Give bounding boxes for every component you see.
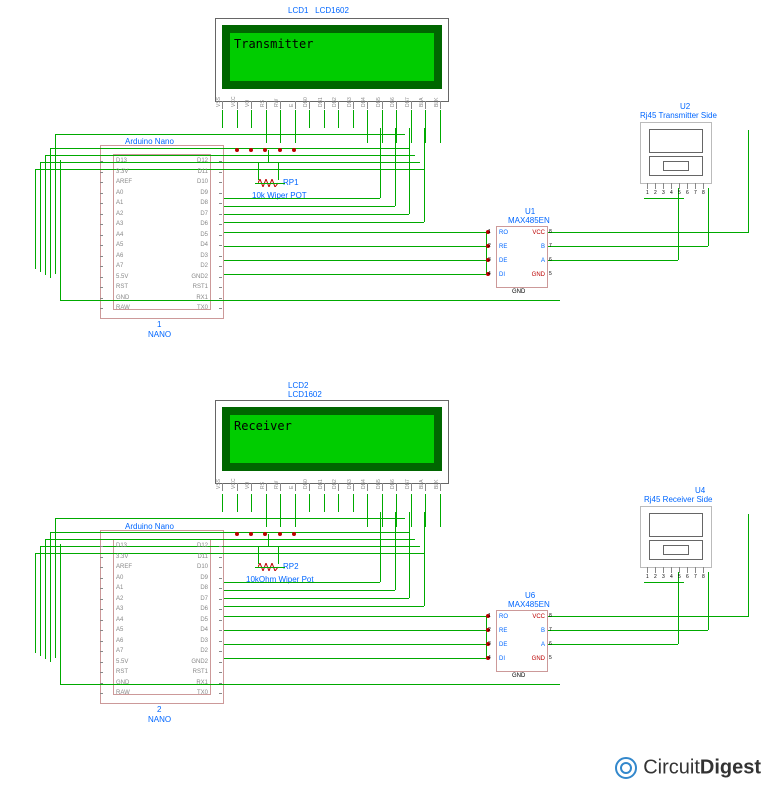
u1-part: MAX485EN xyxy=(508,216,550,225)
u6-part: MAX485EN xyxy=(508,600,550,609)
lcd1-screen: Transmitter xyxy=(222,25,442,89)
nano1-ref: 1 xyxy=(157,320,161,329)
lcd2-screen: Receiver xyxy=(222,407,442,471)
nano1-label: NANO xyxy=(148,330,171,339)
u1-gnd-label: GND xyxy=(512,289,525,295)
nano2-ref: 2 xyxy=(157,705,161,714)
u6-ref: U6 xyxy=(525,591,535,600)
lcd1-ref: LCD1 LCD1602 xyxy=(288,6,349,15)
max-u6: RO RE DE DI VCC B A GND xyxy=(496,610,548,672)
u6-gnd-label: GND xyxy=(512,673,525,679)
lcd2: Receiver xyxy=(215,400,449,484)
rp1-ref: RP1 xyxy=(283,178,299,187)
nano2-label: NANO xyxy=(148,715,171,724)
max-u1: RO RE DE DI VCC B A GND xyxy=(496,226,548,288)
rj45-u4 xyxy=(640,506,712,568)
circuitdigest-logo: CircuitDigest xyxy=(614,756,761,780)
u2-label: Rj45 Transmitter Side xyxy=(640,111,717,120)
lcd1: Transmitter xyxy=(215,18,449,102)
u4-ref: U4 xyxy=(695,486,705,495)
lcd2-ref: LCD2 xyxy=(288,381,308,390)
rp2-ref: RP2 xyxy=(283,562,299,571)
u4-label: Rj45 Receiver Side xyxy=(644,495,712,504)
u1-ref: U1 xyxy=(525,207,535,216)
u2-ref: U2 xyxy=(680,102,690,111)
rj45-u2 xyxy=(640,122,712,184)
lcd2-part: LCD1602 xyxy=(288,390,322,399)
